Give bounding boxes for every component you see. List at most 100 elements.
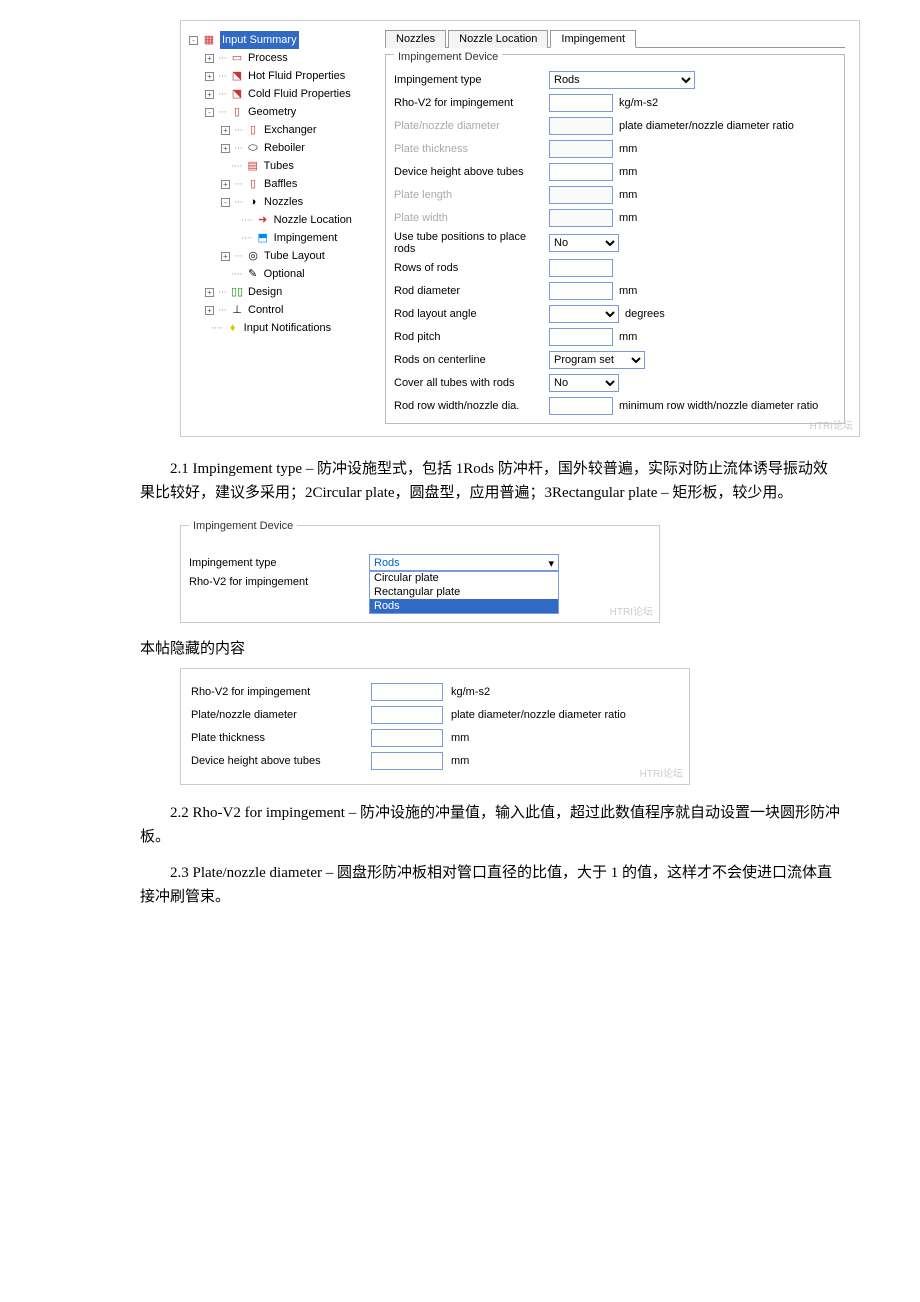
tab-impingement[interactable]: Impingement xyxy=(550,30,636,48)
select-rods-on-centerline[interactable]: Program set xyxy=(549,351,645,369)
expand-icon[interactable]: + xyxy=(221,180,230,189)
input-plate-thickness xyxy=(549,140,613,158)
lbl-plate-nozzle-3: Plate/nozzle diameter xyxy=(191,709,371,721)
geometry-icon: ▯ xyxy=(230,105,244,119)
unit-mm-3: mm xyxy=(451,732,469,744)
hot-fluid-icon: ⬔ xyxy=(230,69,244,83)
tree-notifications[interactable]: Input Notifications xyxy=(244,319,331,337)
watermark: HTRI论坛 xyxy=(810,417,853,432)
fieldset-legend: Impingement Device xyxy=(394,51,502,63)
input-plate-thickness-3[interactable] xyxy=(371,729,443,747)
optional-icon: ✎ xyxy=(246,267,260,281)
unit-plate-ratio: plate diameter/nozzle diameter ratio xyxy=(619,120,794,132)
reboiler-icon: ⬭ xyxy=(246,141,260,155)
lbl-rod-diameter: Rod diameter xyxy=(394,285,549,297)
nozzle-location-icon: ➜ xyxy=(256,213,270,227)
watermark: HTRI论坛 xyxy=(610,603,653,618)
lbl-rho-v2-2: Rho-V2 for impingement xyxy=(189,576,369,588)
lbl-plate-thickness-3: Plate thickness xyxy=(191,732,371,744)
lbl-rod-row-width: Rod row width/nozzle dia. xyxy=(394,400,549,412)
expand-icon[interactable]: + xyxy=(205,306,214,315)
option-rods[interactable]: Rods xyxy=(370,599,558,613)
input-rows-of-rods[interactable] xyxy=(549,259,613,277)
tree-control[interactable]: Control xyxy=(248,301,283,319)
tree-geometry[interactable]: Geometry xyxy=(248,103,296,121)
lbl-cover-all-tubes: Cover all tubes with rods xyxy=(394,377,549,389)
select-impingement-type[interactable]: Rods xyxy=(549,71,695,89)
unit-kgms2-3: kg/m-s2 xyxy=(451,686,490,698)
input-plate-width xyxy=(549,209,613,227)
design-icon: ▯▯ xyxy=(230,285,244,299)
collapse-icon[interactable]: - xyxy=(189,36,198,45)
tree-optional[interactable]: Optional xyxy=(264,265,305,283)
input-plate-nozzle-3[interactable] xyxy=(371,706,443,724)
lbl-device-height: Device height above tubes xyxy=(394,166,549,178)
hidden-content-header: 本帖隐藏的内容 xyxy=(140,637,920,658)
lbl-plate-nozzle-dia: Plate/nozzle diameter xyxy=(394,120,549,132)
tree-tubes[interactable]: Tubes xyxy=(264,157,294,175)
impingement-icon: ⬒ xyxy=(256,231,270,245)
tree-process[interactable]: Process xyxy=(248,49,288,67)
tab-nozzle-location[interactable]: Nozzle Location xyxy=(448,30,548,48)
unit-mm: mm xyxy=(619,212,637,224)
expand-icon[interactable]: + xyxy=(205,54,214,63)
input-rod-diameter[interactable] xyxy=(549,282,613,300)
nozzles-icon: ◑ xyxy=(246,195,260,209)
expand-icon[interactable]: + xyxy=(221,126,230,135)
unit-mm: mm xyxy=(619,143,637,155)
unit-kgms2: kg/m-s2 xyxy=(619,97,658,109)
control-icon: ⊥ xyxy=(230,303,244,317)
paragraph-2-1: 2.1 Impingement type – 防冲设施型式，包括 1Rods 防… xyxy=(140,457,840,505)
tab-bar: Nozzles Nozzle Location Impingement xyxy=(385,29,845,48)
tree-input-summary[interactable]: Input Summary xyxy=(220,31,299,49)
input-rod-pitch[interactable] xyxy=(549,328,613,346)
screenshot-fields: Rho-V2 for impingementkg/m-s2 Plate/nozz… xyxy=(180,668,690,785)
tree-view[interactable]: -▦Input Summary +···▭Process +···⬔Hot Fl… xyxy=(181,29,381,428)
input-rod-row-width[interactable] xyxy=(549,397,613,415)
unit-mm: mm xyxy=(619,166,637,178)
tree-reboiler[interactable]: Reboiler xyxy=(264,139,305,157)
expand-icon[interactable]: + xyxy=(205,288,214,297)
input-device-height[interactable] xyxy=(549,163,613,181)
select-rod-layout-angle[interactable] xyxy=(549,305,619,323)
select-cover-all-tubes[interactable]: No xyxy=(549,374,619,392)
tree-exchanger[interactable]: Exchanger xyxy=(264,121,317,139)
tree-cold-fluid[interactable]: Cold Fluid Properties xyxy=(248,85,351,103)
lbl-plate-length: Plate length xyxy=(394,189,549,201)
collapse-icon[interactable]: - xyxy=(221,198,230,207)
lbl-use-tube-positions: Use tube positions to place rods xyxy=(394,231,549,255)
input-rho-v2-3[interactable] xyxy=(371,683,443,701)
input-plate-nozzle-dia xyxy=(549,117,613,135)
select-impingement-type-open[interactable]: Rods▾ xyxy=(369,554,559,572)
expand-icon[interactable]: + xyxy=(205,90,214,99)
exchanger-icon: ▯ xyxy=(246,123,260,137)
expand-icon[interactable]: + xyxy=(221,144,230,153)
notifications-icon: ♦ xyxy=(226,321,240,335)
tree-tube-layout[interactable]: Tube Layout xyxy=(264,247,325,265)
unit-row-ratio: minimum row width/nozzle diameter ratio xyxy=(619,400,818,412)
input-device-height-3[interactable] xyxy=(371,752,443,770)
select-use-tube-positions[interactable]: No xyxy=(549,234,619,252)
tree-baffles[interactable]: Baffles xyxy=(264,175,297,193)
expand-icon[interactable]: + xyxy=(221,252,230,261)
lbl-rows-of-rods: Rows of rods xyxy=(394,262,549,274)
tree-nozzle-location[interactable]: Nozzle Location xyxy=(274,211,352,229)
screenshot-main: -▦Input Summary +···▭Process +···⬔Hot Fl… xyxy=(180,20,860,437)
lbl-rods-on-centerline: Rods on centerline xyxy=(394,354,549,366)
cold-fluid-icon: ⬔ xyxy=(230,87,244,101)
dropdown-list[interactable]: Circular plate Rectangular plate Rods xyxy=(369,570,559,614)
unit-mm-4: mm xyxy=(451,755,469,767)
tree-design[interactable]: Design xyxy=(248,283,282,301)
input-rho-v2[interactable] xyxy=(549,94,613,112)
tube-layout-icon: ◎ xyxy=(246,249,260,263)
collapse-icon[interactable]: - xyxy=(205,108,214,117)
fieldset-legend-2: Impingement Device xyxy=(189,520,297,532)
expand-icon[interactable]: + xyxy=(205,72,214,81)
option-circular[interactable]: Circular plate xyxy=(370,571,558,585)
tree-hot-fluid[interactable]: Hot Fluid Properties xyxy=(248,67,345,85)
tree-impingement[interactable]: Impingement xyxy=(274,229,338,247)
summary-icon: ▦ xyxy=(202,33,216,47)
tab-nozzles[interactable]: Nozzles xyxy=(385,30,446,48)
option-rectangular[interactable]: Rectangular plate xyxy=(370,585,558,599)
tree-nozzles[interactable]: Nozzles xyxy=(264,193,303,211)
